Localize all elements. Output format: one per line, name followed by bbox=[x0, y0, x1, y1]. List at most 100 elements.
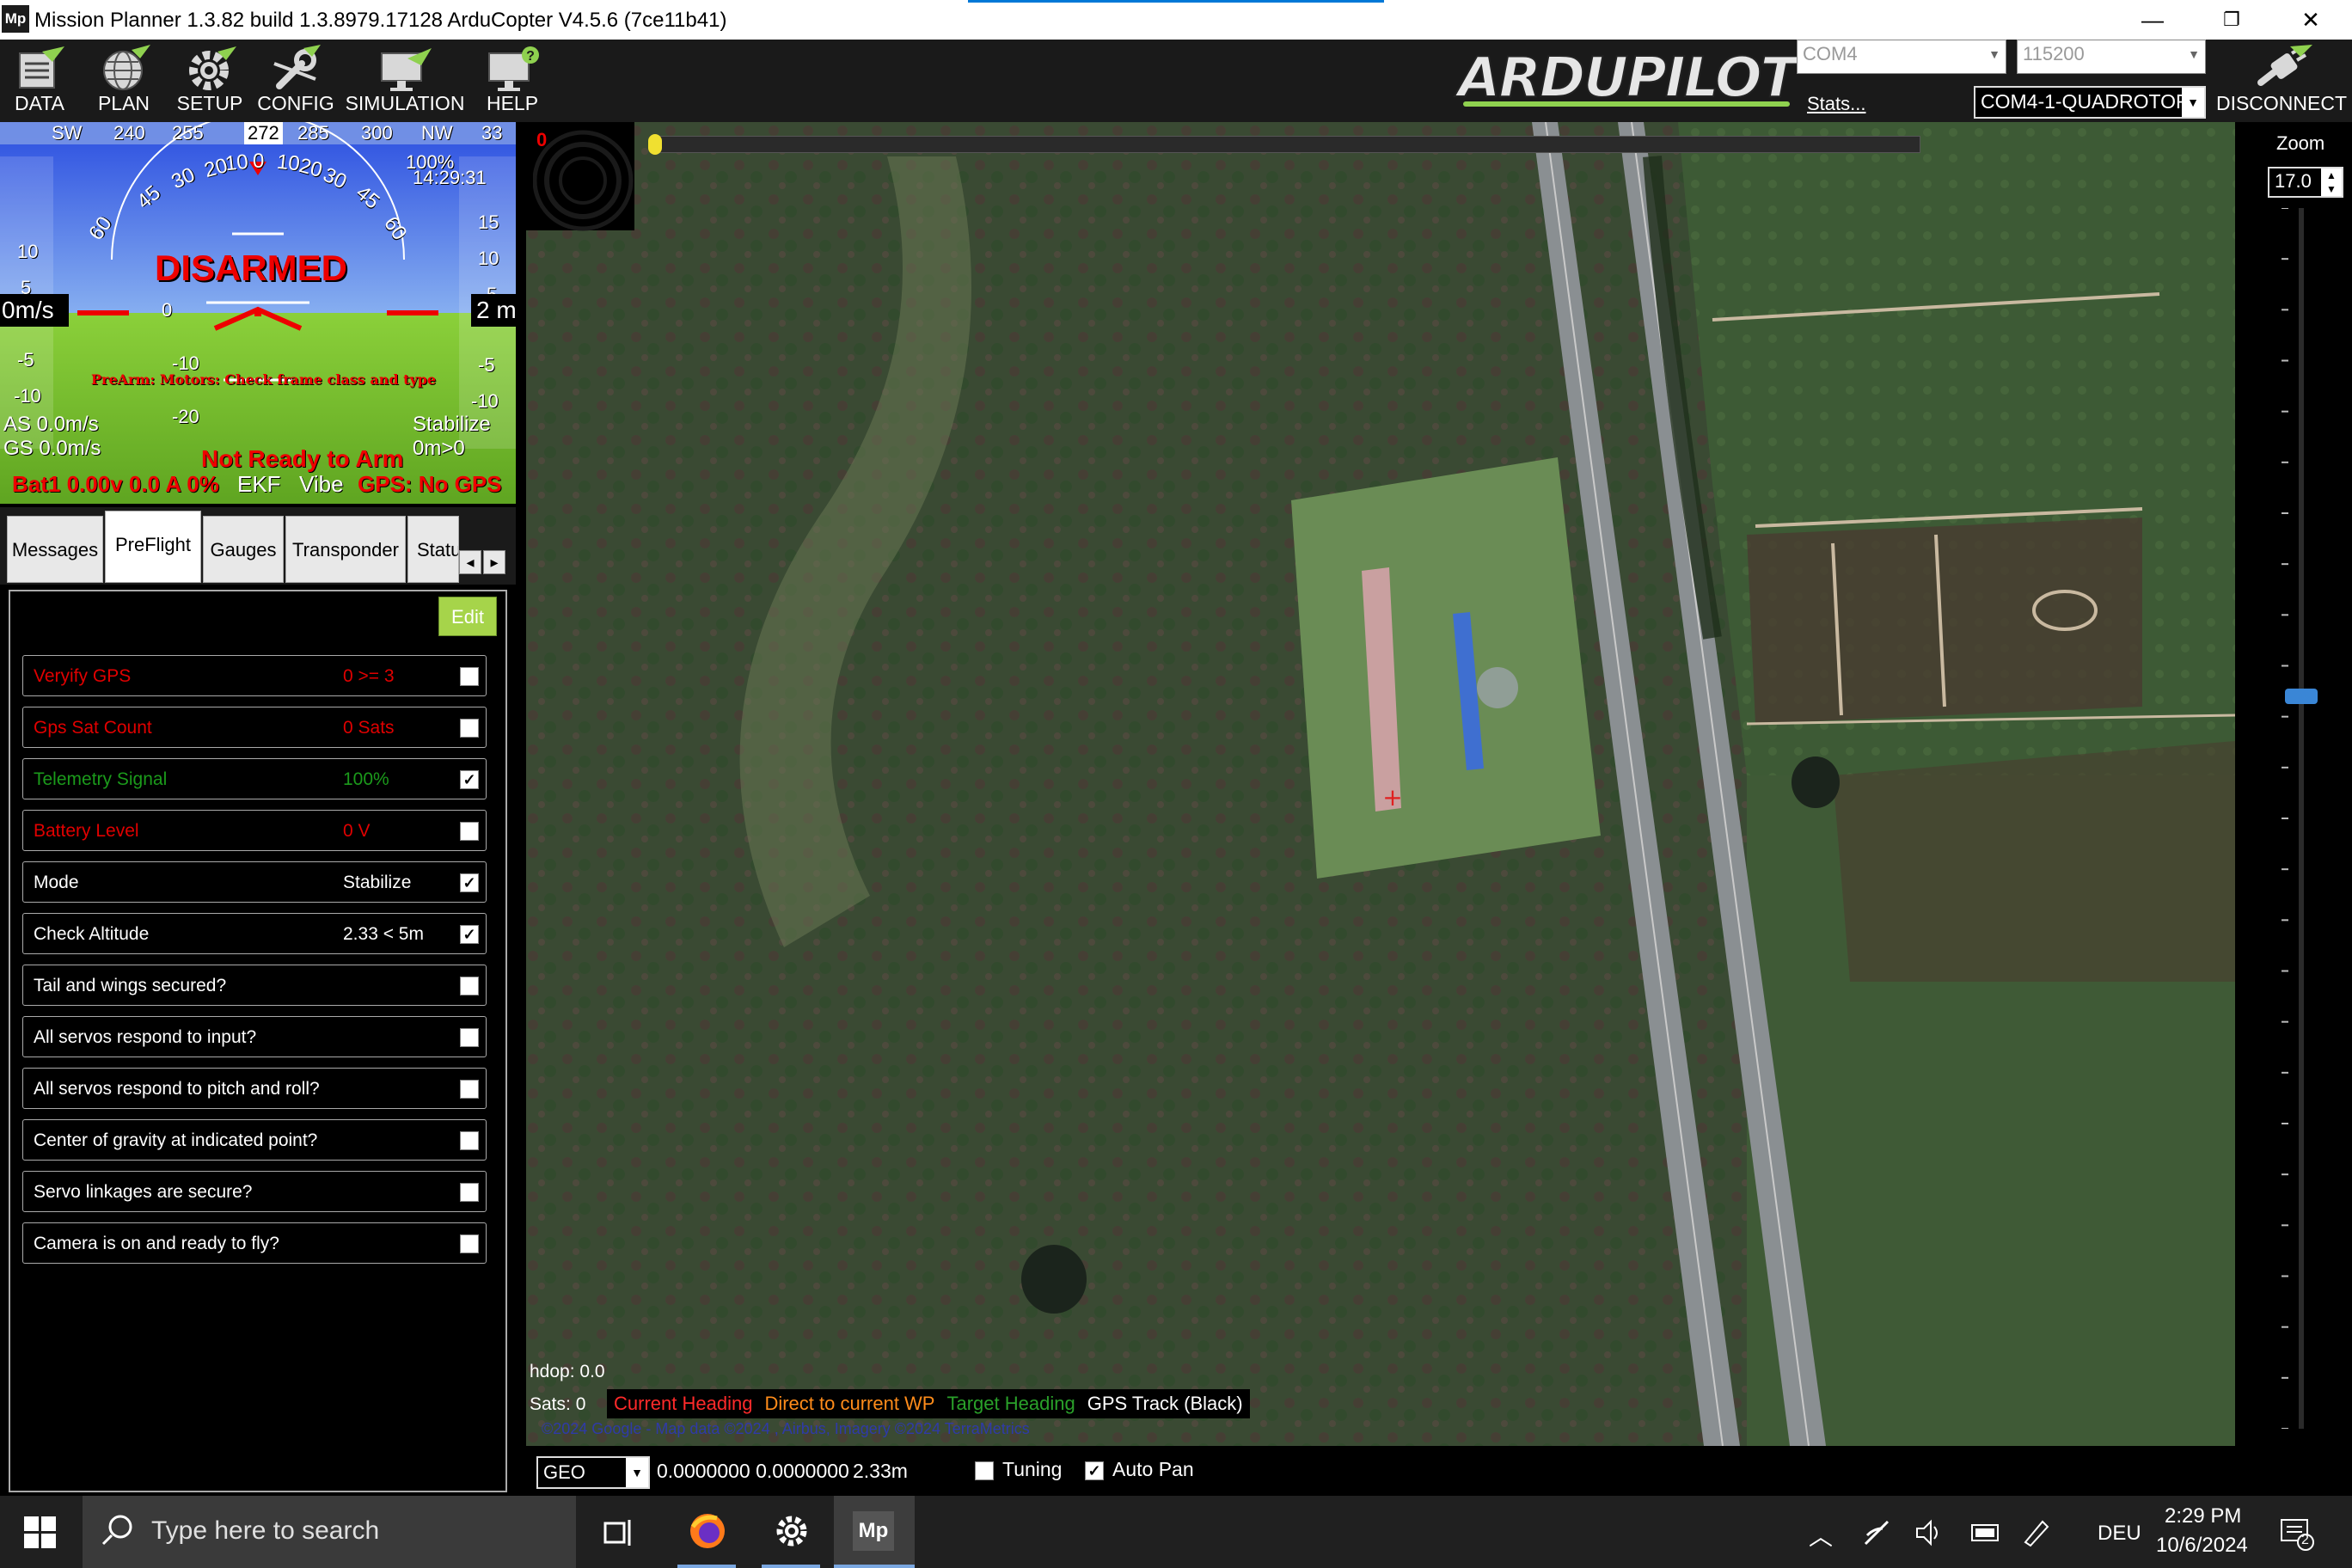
windows-start-icon[interactable] bbox=[24, 1516, 57, 1549]
simulation-button[interactable]: SIMULATION bbox=[342, 40, 468, 122]
check-checkbox[interactable]: ✓ bbox=[460, 925, 479, 944]
tuning-checkbox[interactable] bbox=[975, 1461, 994, 1480]
baud-combo[interactable]: 115200 ▼ bbox=[2017, 40, 2206, 74]
pen-icon[interactable] bbox=[2020, 1516, 2051, 1547]
zoom-spinner-icon[interactable]: ▲ ▼ bbox=[2321, 168, 2342, 196]
close-button[interactable]: ✕ bbox=[2271, 0, 2350, 40]
tab-status[interactable]: Statu bbox=[407, 516, 459, 583]
connection-value: COM4-1-QUADROTOR bbox=[1981, 90, 2190, 113]
zoom-track[interactable] bbox=[2299, 208, 2304, 1429]
check-checkbox[interactable] bbox=[460, 1183, 479, 1202]
alt-tick: 10 bbox=[478, 248, 499, 269]
groundspeed-text: GS 0.0m/s bbox=[3, 437, 101, 460]
stats-link[interactable]: Stats... bbox=[1807, 93, 1865, 115]
check-row-altitude: Check Altitude 2.33 < 5m ✓ bbox=[22, 913, 487, 954]
check-row-verify-gps: Veryify GPS 0 >= 3 bbox=[22, 655, 487, 696]
prearm-message: PreArm: Motors: Check frame class and ty… bbox=[91, 371, 437, 388]
tab-messages[interactable]: Messages bbox=[7, 516, 103, 583]
connection-select[interactable]: COM4-1-QUADROTOR ▼ bbox=[1974, 86, 2206, 119]
check-checkbox[interactable] bbox=[460, 822, 479, 841]
alt-tick: 15 bbox=[478, 211, 499, 233]
speed-tick: -5 bbox=[17, 349, 34, 371]
zoom-input[interactable]: 17.0 ▲ ▼ bbox=[2268, 167, 2343, 198]
volume-icon[interactable] bbox=[1914, 1518, 1945, 1547]
clock-time[interactable]: 2:29 PM bbox=[2165, 1504, 2241, 1528]
help-button[interactable]: ? HELP bbox=[473, 40, 552, 122]
check-checkbox[interactable] bbox=[460, 977, 479, 995]
tab-preflight[interactable]: PreFlight bbox=[105, 511, 201, 583]
notification-icon[interactable] bbox=[2280, 1516, 2314, 1551]
tab-scroll-right-button[interactable]: ▸ bbox=[483, 550, 505, 574]
coord-type-select[interactable]: GEO ▼ bbox=[536, 1456, 650, 1489]
ekf-text[interactable]: EKF bbox=[237, 471, 281, 498]
sats-text: Sats: 0 bbox=[530, 1394, 586, 1414]
restore-button[interactable]: ❐ bbox=[2192, 0, 2271, 40]
compass-zero-label: 0 bbox=[536, 129, 548, 150]
hud-panel[interactable]: SW 240 255 272 285 300 NW 33 60 45 30 20… bbox=[0, 122, 516, 504]
flight-mode-text: Stabilize bbox=[413, 413, 491, 436]
chevron-down-icon: ▼ bbox=[2182, 88, 2204, 117]
mission-progress-bar[interactable] bbox=[652, 136, 1920, 153]
check-checkbox[interactable] bbox=[460, 667, 479, 686]
edit-button[interactable]: Edit bbox=[438, 597, 497, 636]
check-checkbox[interactable]: ✓ bbox=[460, 873, 479, 892]
data-button[interactable]: DATA bbox=[0, 40, 79, 122]
satellite-map[interactable]: + 0 hdop: 0.0 Sats: 0 Current Heading Di… bbox=[526, 122, 2235, 1446]
map-legend: Current Heading Direct to current WP Tar… bbox=[607, 1389, 1250, 1418]
progress-slider-thumb[interactable] bbox=[648, 134, 662, 155]
autopan-checkbox[interactable]: ✓ bbox=[1085, 1461, 1104, 1480]
running-indicator bbox=[762, 1565, 820, 1568]
check-row-servos-pitch-roll: All servos respond to pitch and roll? bbox=[22, 1068, 487, 1109]
check-value: 0 Sats bbox=[343, 718, 395, 738]
vibe-text[interactable]: Vibe bbox=[299, 471, 344, 498]
minimize-button[interactable]: — bbox=[2113, 0, 2192, 40]
port-combo[interactable]: COM4 ▼ bbox=[1797, 40, 2006, 74]
zoom-panel: Zoom 17.0 ▲ ▼ bbox=[2264, 122, 2352, 1446]
battery-text[interactable]: Bat1 0.00v 0.0 A 0% bbox=[12, 471, 219, 498]
battery-icon[interactable] bbox=[1969, 1520, 2003, 1546]
tab-transponder[interactable]: Transponder bbox=[285, 516, 406, 583]
plan-button[interactable]: PLAN bbox=[83, 40, 165, 122]
app-icon: Mp bbox=[2, 5, 29, 33]
check-checkbox[interactable] bbox=[460, 719, 479, 738]
config-button[interactable]: CONFIG bbox=[254, 40, 337, 122]
mission-planner-icon: Mp bbox=[853, 1511, 894, 1551]
legend-target-heading: Target Heading bbox=[946, 1393, 1075, 1414]
check-desc: Mode bbox=[34, 873, 79, 892]
legend-gps-track: GPS Track (Black) bbox=[1087, 1393, 1243, 1414]
check-desc: Gps Sat Count bbox=[34, 718, 152, 738]
chevron-up-icon[interactable]: ︿ bbox=[1809, 1518, 1833, 1553]
not-ready-text: Not Ready to Arm bbox=[201, 445, 404, 472]
brand-underline bbox=[1463, 101, 1790, 107]
taskbar-search[interactable]: Type here to search bbox=[83, 1496, 576, 1568]
check-checkbox[interactable]: ✓ bbox=[460, 770, 479, 789]
zoom-label: Zoom bbox=[2276, 132, 2325, 154]
check-row-servo-linkages: Servo linkages are secure? bbox=[22, 1171, 487, 1212]
disconnect-button[interactable]: DISCONNECT bbox=[2214, 40, 2349, 122]
chevron-down-icon: ▼ bbox=[1988, 47, 2000, 61]
main-toolbar: DATA PLAN SETUP CONFIG SIMULATION ? HELP… bbox=[0, 40, 2352, 122]
clock-date[interactable]: 10/6/2024 bbox=[2156, 1534, 2248, 1558]
check-checkbox[interactable] bbox=[460, 1234, 479, 1253]
tab-gauges[interactable]: Gauges bbox=[203, 516, 284, 583]
wrench-icon bbox=[273, 45, 321, 89]
check-checkbox[interactable] bbox=[460, 1131, 479, 1150]
check-desc: Tail and wings secured? bbox=[34, 976, 227, 995]
firefox-taskbar-button[interactable] bbox=[672, 1496, 741, 1568]
map-copyright: ©2024 Google - Map data ©2024 , Airbus, … bbox=[542, 1420, 1030, 1437]
settings-taskbar-button[interactable] bbox=[756, 1496, 825, 1568]
windows-taskbar: Type here to search Mp ︿ DEU 2:29 PM 10/… bbox=[0, 1496, 2352, 1568]
settings-gear-icon bbox=[776, 1516, 807, 1547]
svg-text:?: ? bbox=[526, 49, 535, 64]
tab-scroll-left-button[interactable]: ◂ bbox=[459, 550, 481, 574]
wifi-icon[interactable] bbox=[1862, 1518, 1891, 1547]
task-view-icon[interactable] bbox=[602, 1516, 634, 1549]
check-checkbox[interactable] bbox=[460, 1080, 479, 1099]
baud-value: 115200 bbox=[2023, 43, 2085, 64]
setup-button[interactable]: SETUP bbox=[168, 40, 251, 122]
language-indicator[interactable]: DEU bbox=[2098, 1522, 2141, 1546]
port-value: COM4 bbox=[1803, 43, 1858, 64]
mission-planner-taskbar-button[interactable]: Mp bbox=[834, 1496, 915, 1568]
check-checkbox[interactable] bbox=[460, 1028, 479, 1047]
help-monitor-icon: ? bbox=[488, 46, 539, 91]
